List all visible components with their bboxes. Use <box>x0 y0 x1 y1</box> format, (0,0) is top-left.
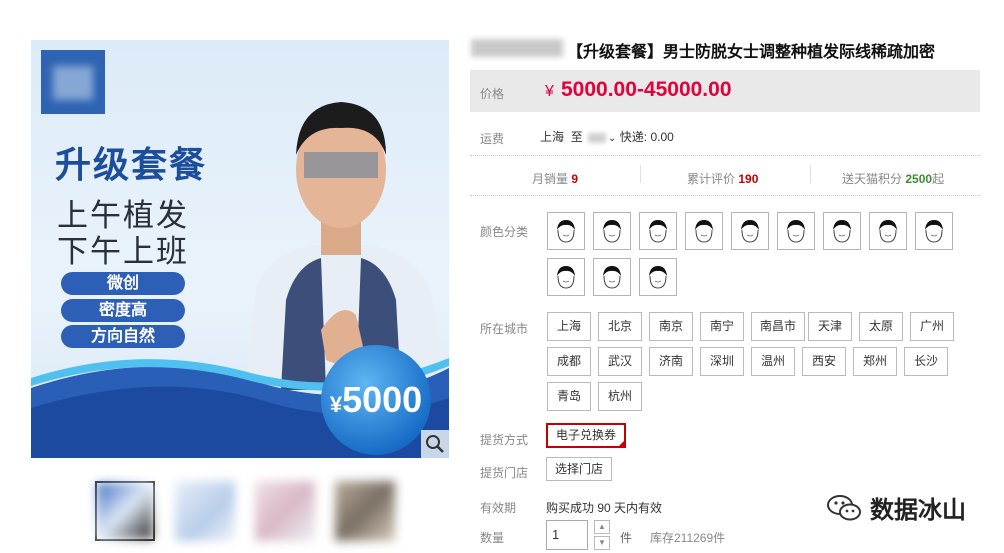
city-option[interactable]: 深圳 <box>700 347 744 376</box>
pickup-store-label: 提货门店 <box>480 466 529 480</box>
pickup-method-option-selected[interactable]: 电子兑换券 <box>546 423 627 448</box>
shop-name-blurred <box>471 39 563 57</box>
color-swatch-option[interactable] <box>593 212 631 250</box>
color-swatch-option[interactable] <box>685 212 723 250</box>
ship-destination-blurred[interactable] <box>588 132 607 143</box>
city-option[interactable]: 南京 <box>649 312 693 341</box>
color-swatch-option[interactable] <box>547 258 585 296</box>
hairline-head-icon <box>603 220 621 243</box>
city-option[interactable]: 青岛 <box>547 382 591 411</box>
color-swatch-option[interactable] <box>593 258 631 296</box>
color-category-label: 颜色分类 <box>480 225 529 239</box>
hairline-head-icon <box>557 266 575 289</box>
quantity-input[interactable]: 1 <box>546 520 588 550</box>
shipping-label: 运费 <box>480 132 505 146</box>
color-swatch-option[interactable] <box>823 212 861 250</box>
ship-to-word: 至 <box>570 130 583 144</box>
city-option[interactable]: 济南 <box>649 347 693 376</box>
pickup-method-label: 提货方式 <box>480 433 529 447</box>
thumbnail-strip <box>95 481 395 541</box>
wechat-icon <box>827 494 861 520</box>
image-slogan-2: 下午上班 <box>57 234 189 269</box>
hairline-head-icon <box>695 220 713 243</box>
city-option[interactable]: 温州 <box>751 347 795 376</box>
main-product-image[interactable]: 升级套餐 上午植发 下午上班 微创 密度高 方向自然 ¥5000 <box>31 40 449 458</box>
thumbnail-4[interactable] <box>335 481 395 541</box>
city-option[interactable]: 杭州 <box>598 382 642 411</box>
price-badge: ¥5000 <box>321 345 431 455</box>
city-option[interactable]: 南宁 <box>700 312 744 341</box>
magnifier-icon <box>426 435 444 453</box>
color-swatch-option[interactable] <box>915 212 953 250</box>
select-store-button[interactable]: 选择门店 <box>546 457 613 481</box>
image-tag: 微创 <box>61 272 185 295</box>
city-option[interactable]: 天津 <box>808 312 852 341</box>
hairline-head-icon <box>557 220 575 243</box>
stat-divider <box>810 165 811 183</box>
total-reviews[interactable]: 累计评价 190 <box>687 170 758 187</box>
price-label: 价格 <box>480 87 505 101</box>
quantity-unit: 件 <box>620 531 633 545</box>
shipping-info: 上海 至 ⌄ 快递: 0.00 <box>540 128 674 145</box>
city-option[interactable]: 长沙 <box>904 347 948 376</box>
tmall-points: 送天猫积分 2500起 <box>842 172 945 186</box>
city-label: 所在城市 <box>480 322 529 336</box>
chevron-down-icon[interactable]: ⌄ <box>608 133 616 144</box>
brand-logo <box>41 50 105 114</box>
monthly-sales: 月销量 9 <box>532 172 579 186</box>
product-title: 【升级套餐】男士防脱女士调整种植发际线稀疏加密 <box>567 44 936 61</box>
city-option[interactable]: 太原 <box>859 312 903 341</box>
color-swatch-option[interactable] <box>777 212 815 250</box>
color-swatch-option[interactable] <box>869 212 907 250</box>
price-currency: ¥ <box>545 83 554 100</box>
chevron-up-icon: ▲ <box>598 522 606 531</box>
stat-divider <box>640 165 641 183</box>
watermark-text: 数据冰山 <box>870 497 966 524</box>
hairline-head-icon <box>649 266 667 289</box>
quantity-decrease-button[interactable]: ▼ <box>594 536 610 550</box>
stock-count: 库存211269件 <box>650 531 726 545</box>
ship-from: 上海 <box>540 130 565 144</box>
city-option[interactable]: 武汉 <box>598 347 642 376</box>
hairline-head-icon <box>741 220 759 243</box>
city-option[interactable]: 成都 <box>547 347 591 376</box>
image-headline: 升级套餐 <box>55 144 208 185</box>
color-swatch-option[interactable] <box>639 212 677 250</box>
city-option[interactable]: 南昌市 <box>751 312 806 341</box>
quantity-label: 数量 <box>480 531 505 545</box>
color-swatch-option[interactable] <box>547 212 585 250</box>
ship-express: 快递: 0.00 <box>619 130 674 144</box>
validity-label: 有效期 <box>480 501 517 515</box>
color-swatch-option[interactable] <box>639 258 677 296</box>
hairline-head-icon <box>603 266 621 289</box>
thumbnail-2[interactable] <box>175 481 235 541</box>
hairline-head-icon <box>925 220 943 243</box>
thumbnail-1[interactable] <box>95 481 155 541</box>
city-option[interactable]: 北京 <box>598 312 642 341</box>
hairline-head-icon <box>833 220 851 243</box>
hairline-head-icon <box>879 220 897 243</box>
city-option[interactable]: 上海 <box>547 312 591 341</box>
city-option[interactable]: 西安 <box>802 347 846 376</box>
divider <box>470 195 980 196</box>
hairline-head-icon <box>649 220 667 243</box>
thumbnail-3[interactable] <box>255 481 315 541</box>
divider <box>470 155 980 156</box>
quantity-increase-button[interactable]: ▲ <box>594 520 610 534</box>
zoom-button[interactable] <box>421 430 449 458</box>
hairline-head-icon <box>787 220 805 243</box>
chevron-down-icon: ▼ <box>598 538 606 547</box>
city-option[interactable]: 郑州 <box>853 347 897 376</box>
validity-value: 购买成功 90 天内有效 <box>546 501 663 515</box>
watermark: 数据冰山 <box>826 490 966 525</box>
color-swatch-option[interactable] <box>731 212 769 250</box>
image-tag: 密度高 <box>61 299 185 322</box>
city-option[interactable]: 广州 <box>910 312 954 341</box>
price-value: 5000.00-45000.00 <box>561 78 732 101</box>
